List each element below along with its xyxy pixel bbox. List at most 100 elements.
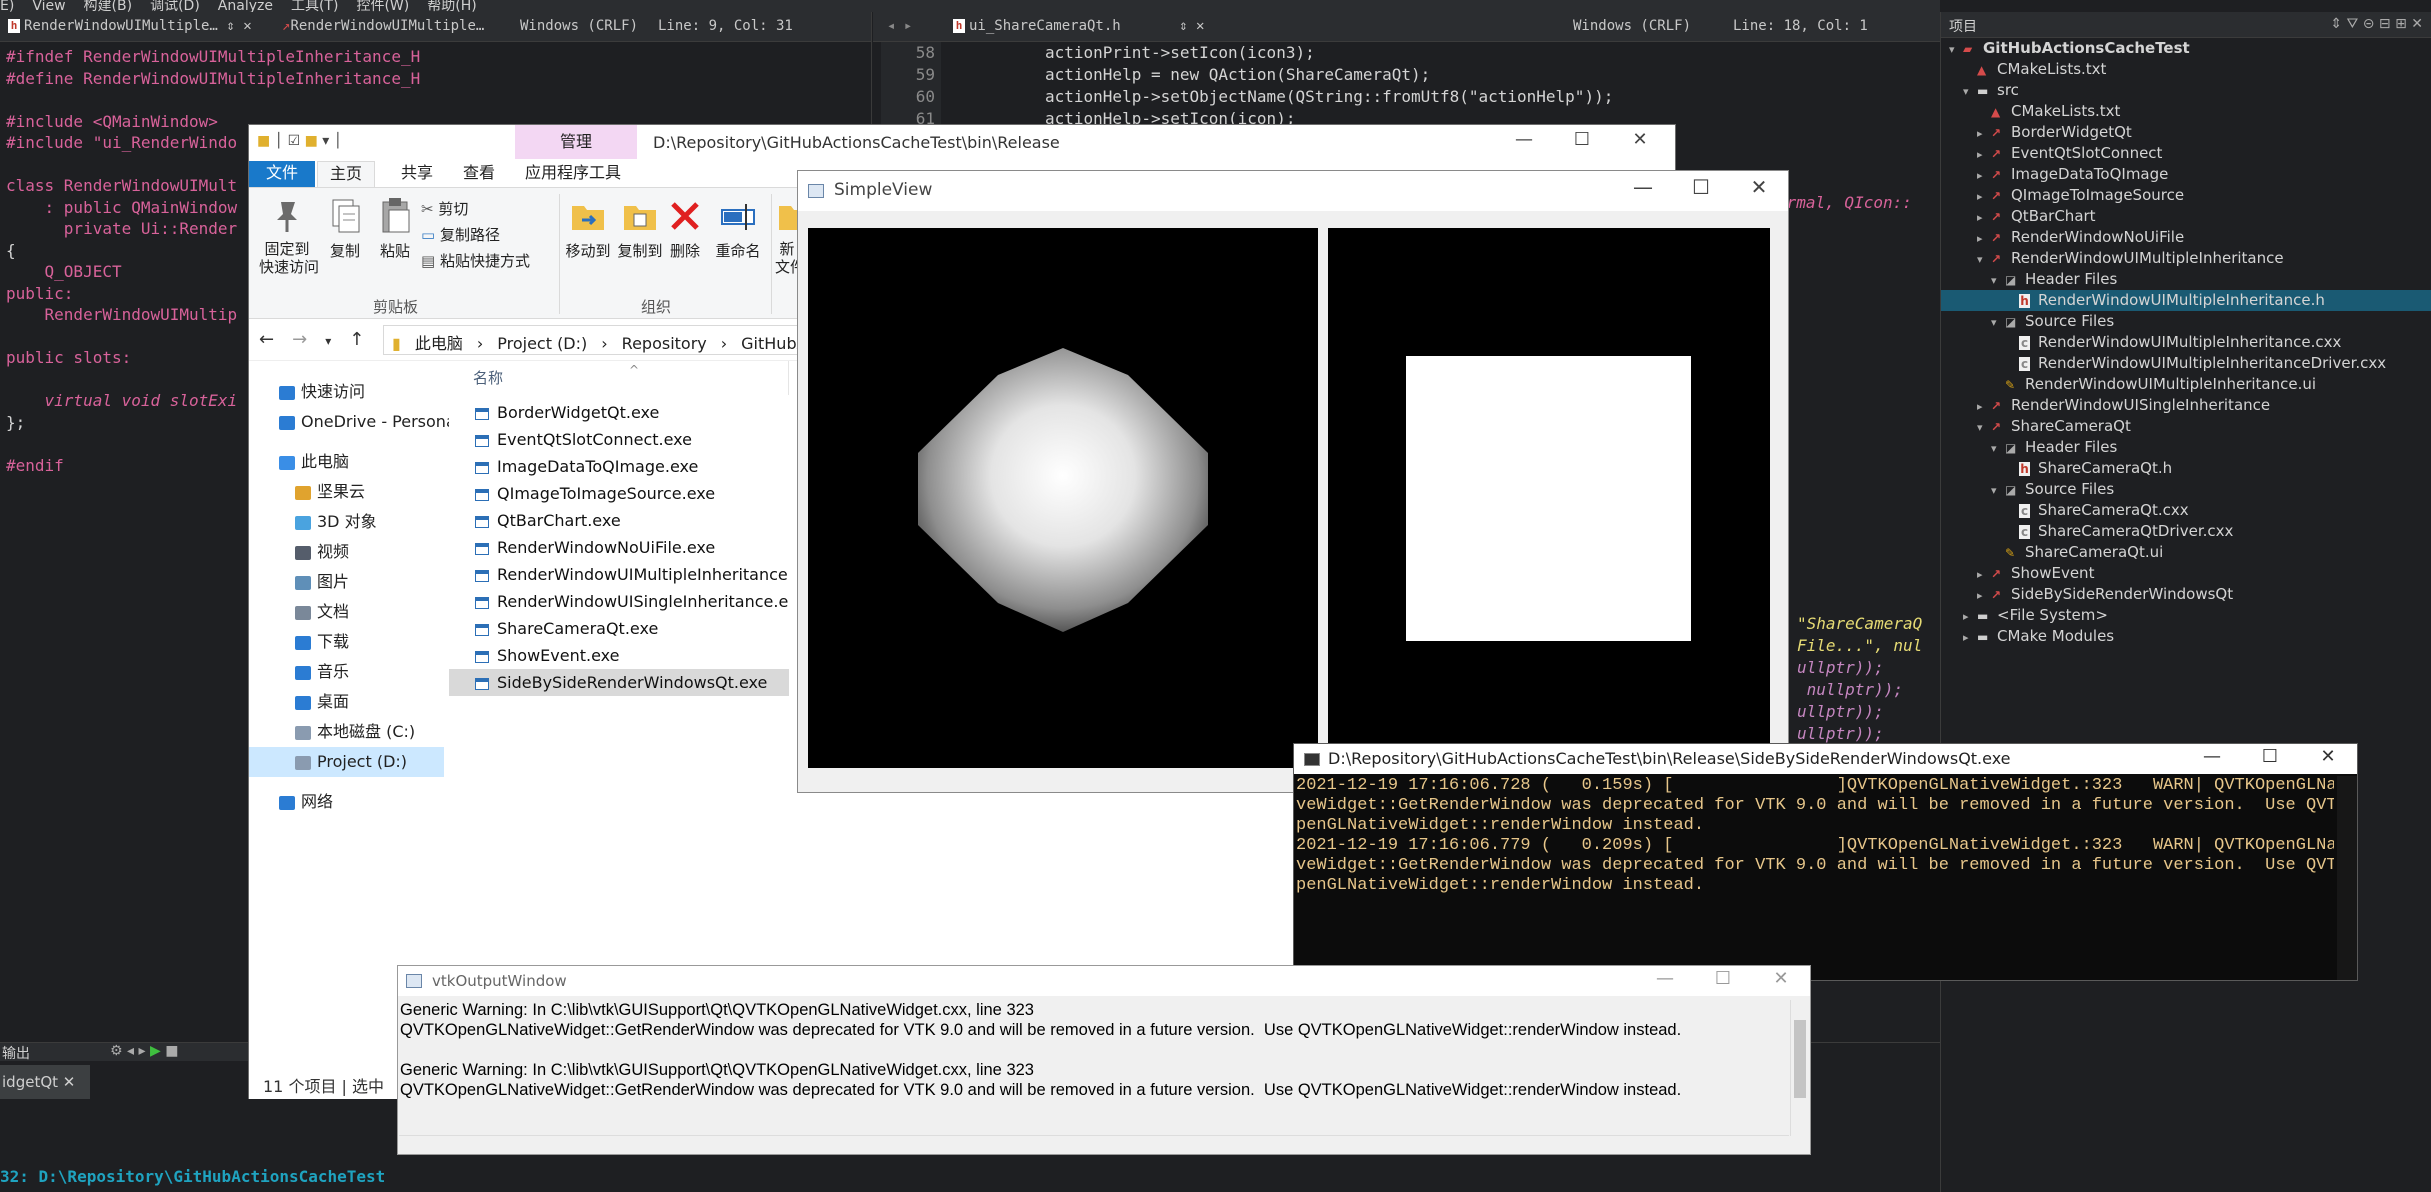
move-to-button[interactable]: 移动到 xyxy=(561,196,615,261)
collapsed-arrow-icon[interactable]: ▸ xyxy=(1977,123,1991,144)
expanded-arrow-icon[interactable]: ▾ xyxy=(1991,480,2005,501)
panel-toolbar-icons[interactable]: ⇕ ⛛ ⊝ ⊟ ⊞ ✕ xyxy=(2330,16,2423,32)
nav-item[interactable]: 视频 xyxy=(249,537,444,567)
tree-item[interactable]: ▸ ↗ BorderWidgetQt xyxy=(1941,122,2431,143)
nav-item[interactable]: OneDrive - Persona xyxy=(249,407,456,437)
right-render-view[interactable] xyxy=(1328,228,1770,768)
menu-item[interactable]: 工具(T) xyxy=(291,0,338,12)
delete-button[interactable]: 删除 xyxy=(663,196,707,261)
nav-item[interactable]: 3D 对象 xyxy=(249,507,444,537)
file-row[interactable]: QtBarChart.exe xyxy=(449,507,789,534)
file-row[interactable]: RenderWindowNoUiFile.exe xyxy=(449,534,789,561)
left-editor-file-tab-2[interactable]: ↗RenderWindowUIMultiple… xyxy=(282,18,484,34)
close-icon[interactable]: ✕ xyxy=(1611,129,1669,150)
close-icon[interactable]: ✕ xyxy=(1752,968,1810,989)
tree-item[interactable]: ✎ ShareCameraQt.ui xyxy=(1941,542,2431,563)
file-row[interactable]: SideBySideRenderWindowsQt.exe xyxy=(449,669,789,696)
pin-quick-access-button[interactable]: 固定到 快速访问 xyxy=(259,196,319,276)
menu-item[interactable]: 构建(B) xyxy=(84,0,133,12)
breadcrumb-separator-icon[interactable]: › xyxy=(477,334,483,353)
nav-item[interactable]: 坚果云 xyxy=(249,477,444,507)
tree-item[interactable]: ▸ ▬ <File System> xyxy=(1941,605,2431,626)
menu-item[interactable]: Analyze xyxy=(218,0,273,12)
right-editor-file-tab[interactable]: h ui_ShareCameraQt.h ⇕ ✕ xyxy=(953,18,1204,34)
qat-dropdown-icon[interactable]: ▾ xyxy=(322,133,329,149)
tree-item[interactable]: ▾ ↗ ShareCameraQt xyxy=(1941,416,2431,437)
tree-item[interactable]: ▾ ▬ src xyxy=(1941,80,2431,101)
nav-item[interactable]: 快速访问 xyxy=(249,377,444,407)
tree-item[interactable]: ▾ ▰ GitHubActionsCacheTest xyxy=(1941,38,2431,59)
nav-item[interactable]: 此电脑 xyxy=(249,447,444,477)
expanded-arrow-icon[interactable]: ▾ xyxy=(1991,438,2005,459)
left-render-view[interactable] xyxy=(808,228,1318,768)
nav-item[interactable]: 音乐 xyxy=(249,657,444,687)
maximize-icon[interactable]: ☐ xyxy=(2241,746,2299,767)
breadcrumb-separator-icon[interactable]: › xyxy=(601,334,607,353)
collapsed-arrow-icon[interactable]: ▸ xyxy=(1977,144,1991,165)
console-output[interactable]: 2021-12-19 17:16:06.728 ( 0.159s) [ ]QVT… xyxy=(1294,776,2334,896)
tree-item[interactable]: ▲ CMakeLists.txt xyxy=(1941,59,2431,80)
nav-item[interactable]: 下载 xyxy=(249,627,444,657)
tree-item[interactable]: ▸ ↗ EventQtSlotConnect xyxy=(1941,143,2431,164)
collapsed-arrow-icon[interactable]: ▸ xyxy=(1963,606,1977,627)
tree-item[interactable]: c RenderWindowUIMultipleInheritanceDriver… xyxy=(1941,353,2431,374)
ribbon-tab-app-tools[interactable]: 应用程序工具 xyxy=(513,161,633,187)
expanded-arrow-icon[interactable]: ▾ xyxy=(1963,81,1977,102)
collapsed-arrow-icon[interactable]: ▸ xyxy=(1977,585,1991,606)
tree-item[interactable]: ✎ RenderWindowUIMultipleInheritance.ui xyxy=(1941,374,2431,395)
collapsed-arrow-icon[interactable]: ▸ xyxy=(1977,564,1991,585)
chevron-updown-icon[interactable]: ⇕ xyxy=(226,18,234,34)
vtk-output-text[interactable]: Generic Warning: In C:\lib\vtk\GUISuppor… xyxy=(399,1000,1789,1140)
copy-path-button[interactable]: ▭ 复制路径 xyxy=(421,222,530,248)
tree-item[interactable]: c ShareCameraQtDriver.cxx xyxy=(1941,521,2431,542)
scrollbar-thumb[interactable] xyxy=(1794,1020,1806,1098)
tree-item[interactable]: c ShareCameraQt.cxx xyxy=(1941,500,2431,521)
copy-button[interactable]: 复制 xyxy=(323,196,367,261)
tree-item[interactable]: ▸ ↗ RenderWindowUISingleInheritance xyxy=(1941,395,2431,416)
minimize-icon[interactable]: — xyxy=(1636,968,1694,989)
close-icon[interactable]: ✕ xyxy=(1730,175,1788,199)
cut-button[interactable]: ✂ 剪切 xyxy=(421,196,530,222)
expanded-arrow-icon[interactable]: ▾ xyxy=(1977,417,1991,438)
forward-icon[interactable]: → xyxy=(292,329,325,350)
right-encoding[interactable]: Windows (CRLF) xyxy=(1573,18,1691,34)
ribbon-tab-file[interactable]: 文件 xyxy=(249,161,315,187)
tree-item[interactable]: ▾ ◪ Source Files xyxy=(1941,311,2431,332)
collapsed-arrow-icon[interactable]: ▸ xyxy=(1963,627,1977,648)
vtk-horizontal-scrollbar[interactable] xyxy=(399,1135,1789,1153)
menu-item[interactable]: 调试(D) xyxy=(150,0,200,12)
nav-arrows-icon[interactable]: ◂ ▸ xyxy=(887,18,912,34)
file-row[interactable]: ShareCameraQt.exe xyxy=(449,615,789,642)
close-icon[interactable]: ✕ xyxy=(2299,746,2357,767)
tree-item[interactable]: ▸ ↗ SideBySideRenderWindowsQt xyxy=(1941,584,2431,605)
menu-item[interactable]: 帮助(H) xyxy=(427,0,476,12)
tree-item[interactable]: h ShareCameraQt.h xyxy=(1941,458,2431,479)
collapsed-arrow-icon[interactable]: ▸ xyxy=(1977,186,1991,207)
close-icon[interactable]: ✕ xyxy=(1196,18,1204,34)
left-cursor-position[interactable]: Line: 9, Col: 31 xyxy=(658,18,793,34)
file-row[interactable]: QImageToImageSource.exe xyxy=(449,480,789,507)
file-row[interactable]: EventQtSlotConnect.exe xyxy=(449,426,789,453)
nav-item[interactable]: 桌面 xyxy=(249,687,444,717)
navigation-pane[interactable]: 快速访问 OneDrive - Persona 此电脑 坚果云 3D 对象 视频 图片 文档下… xyxy=(249,361,456,1051)
tree-item[interactable]: ▾ ◪ Header Files xyxy=(1941,437,2431,458)
left-editor-file-tab[interactable]: h RenderWindowUIMultiple… ⇕ ✕ xyxy=(8,18,252,34)
file-row[interactable]: BorderWidgetQt.exe xyxy=(449,399,789,426)
minimize-icon[interactable]: — xyxy=(1614,175,1672,199)
paste-button[interactable]: 粘贴 xyxy=(373,196,417,261)
tree-item[interactable]: ▸ ▬ CMake Modules xyxy=(1941,626,2431,647)
breadcrumb-separator-icon[interactable]: › xyxy=(721,334,727,353)
minimize-icon[interactable]: — xyxy=(2183,746,2241,767)
minimize-icon[interactable]: — xyxy=(1495,129,1553,150)
collapsed-arrow-icon[interactable]: ▸ xyxy=(1977,396,1991,417)
tree-item[interactable]: ▾ ◪ Header Files xyxy=(1941,269,2431,290)
vtk-output-window[interactable]: vtkOutputWindow — ☐ ✕ Generic Warning: In … xyxy=(397,965,1811,1155)
tree-item[interactable]: ▲ CMakeLists.txt xyxy=(1941,101,2431,122)
file-row[interactable]: RenderWindowUIMultipleInheritance… xyxy=(449,561,789,588)
console-scrollbar[interactable] xyxy=(2337,776,2357,980)
expanded-arrow-icon[interactable]: ▾ xyxy=(1949,39,1963,60)
rename-button[interactable]: 重命名 xyxy=(711,196,765,261)
quick-access-toolbar[interactable]: ■ │ ☑ ■ ▾ │ xyxy=(257,133,342,149)
tree-item[interactable]: h RenderWindowUIMultipleInheritance.h xyxy=(1941,290,2431,311)
expanded-arrow-icon[interactable]: ▾ xyxy=(1977,249,1991,270)
